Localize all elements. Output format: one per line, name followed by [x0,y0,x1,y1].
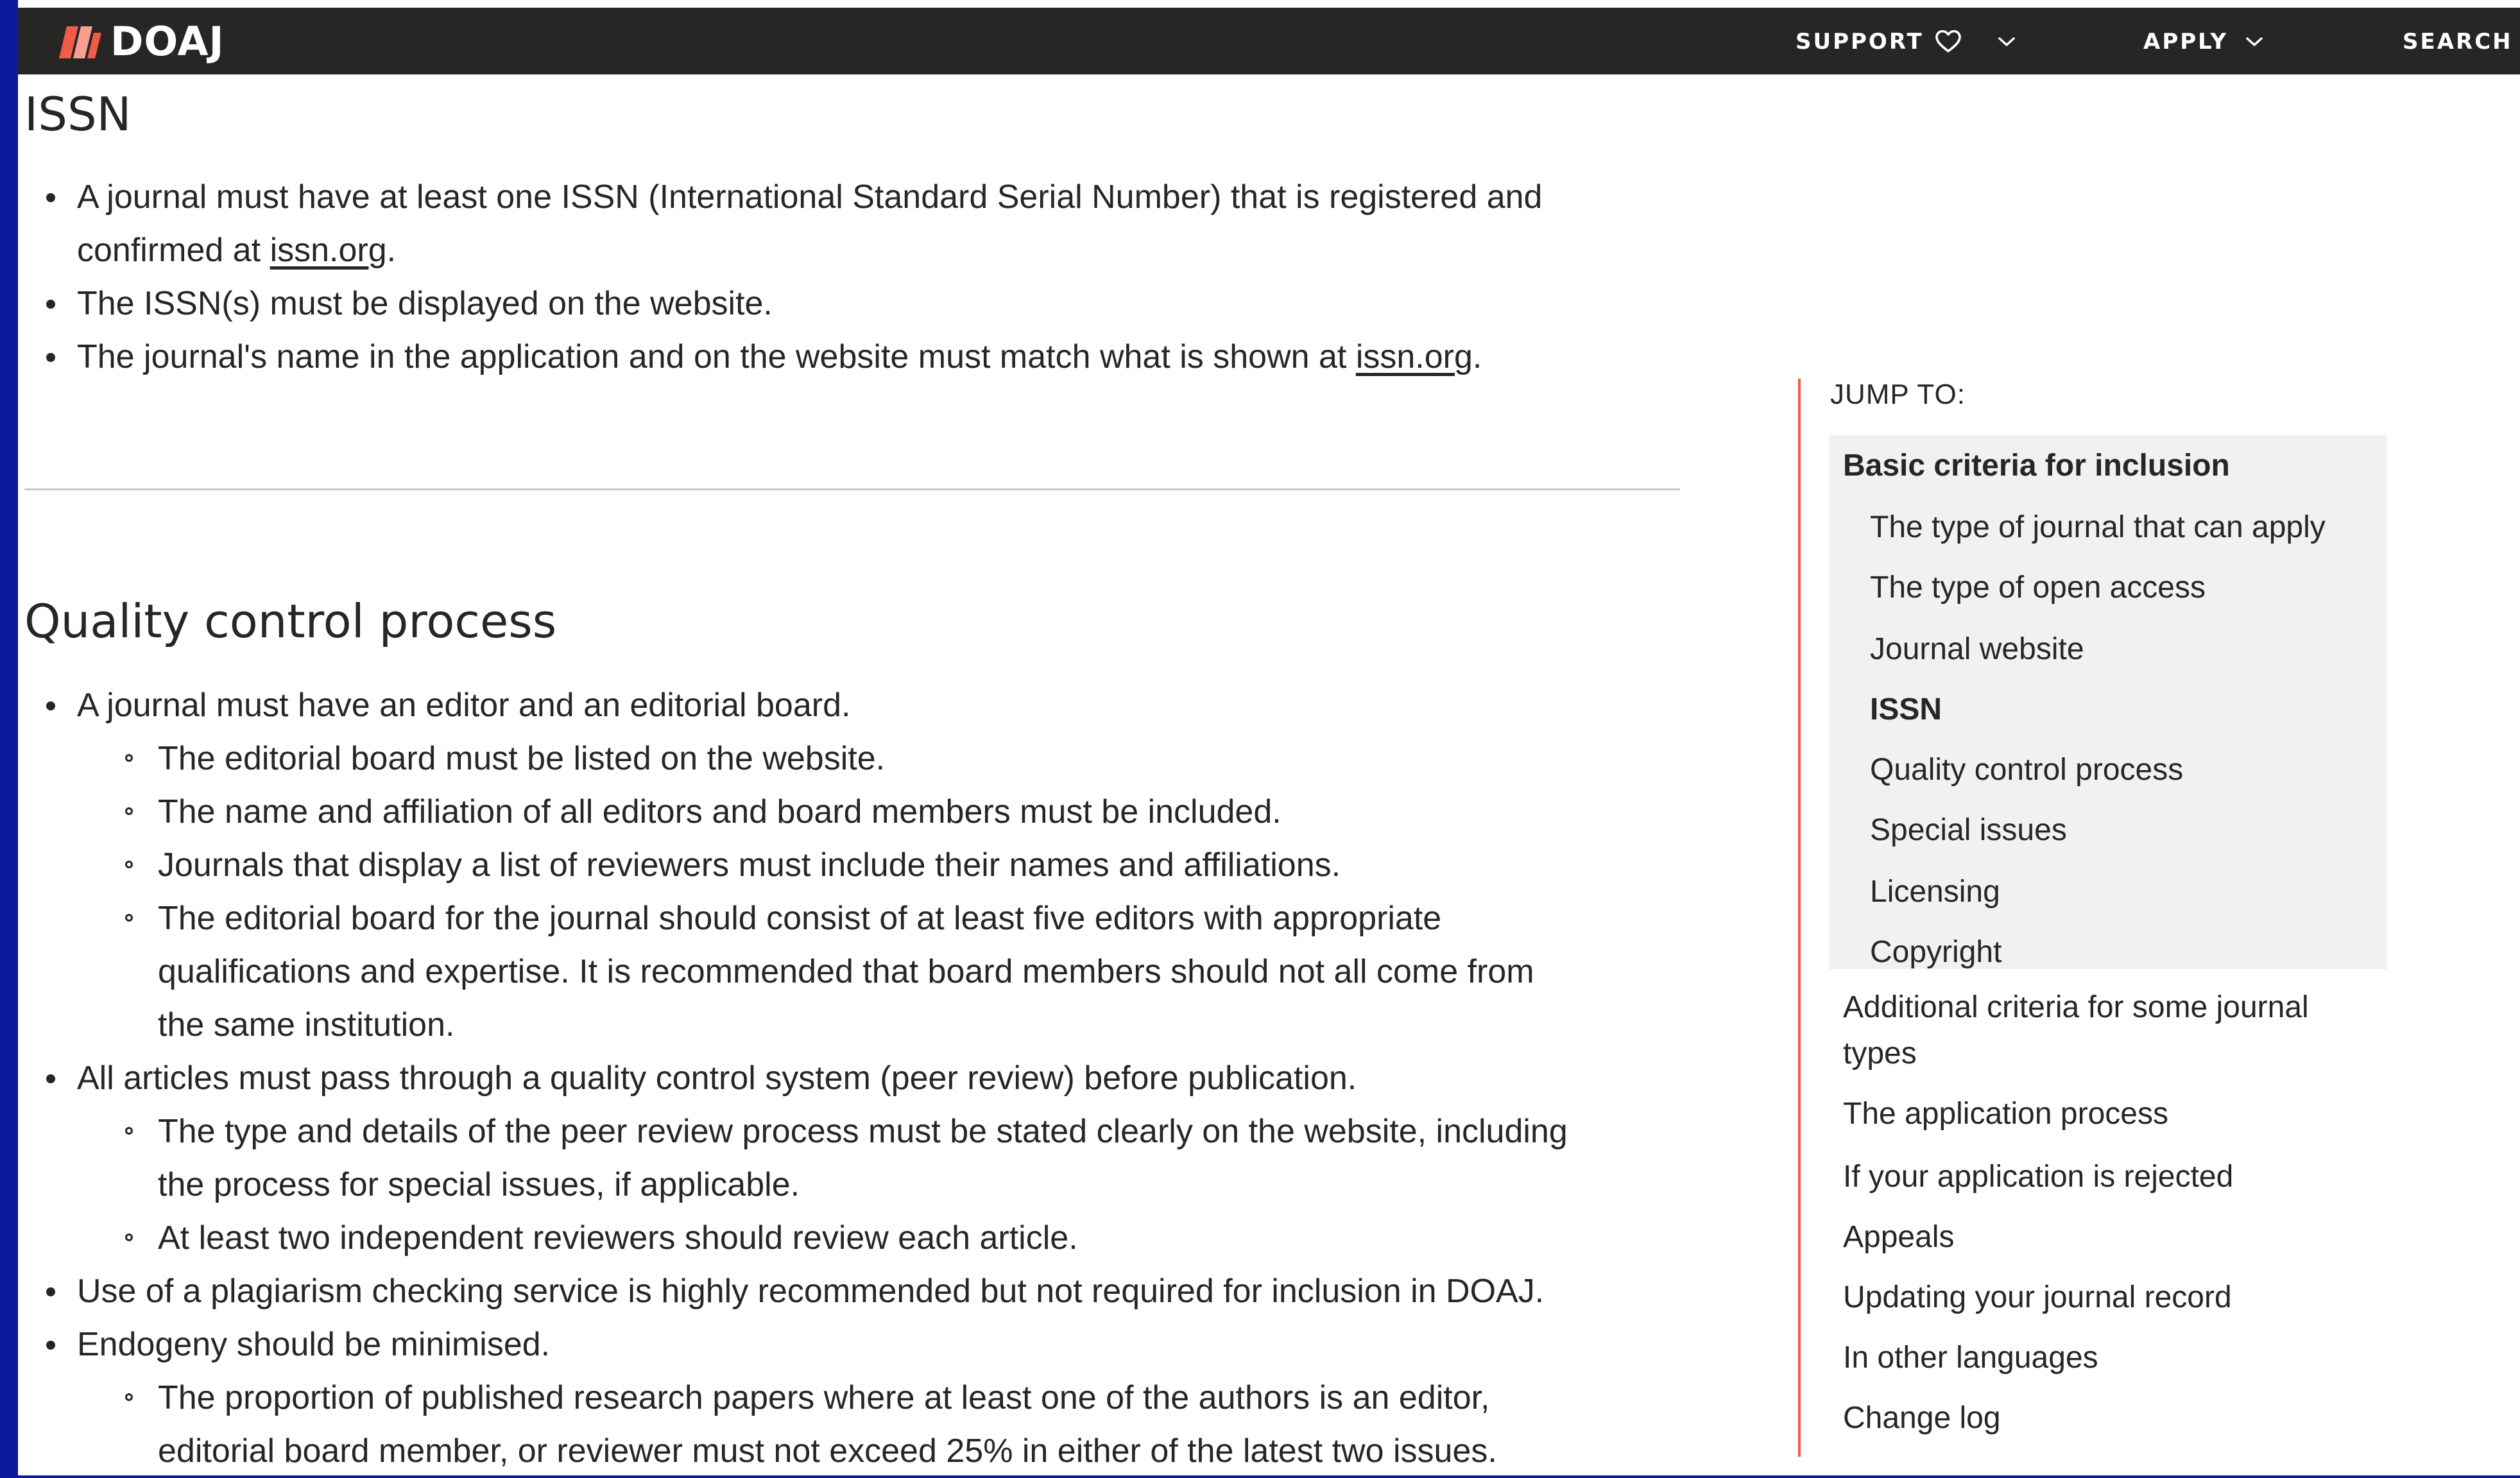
list-item: All articles must pass through a quality… [24,1052,1654,1105]
list-item: At least two independent reviewers shoul… [24,1212,1654,1265]
section-heading-quality-control: Quality control process [24,594,557,648]
heart-icon [1935,30,1961,53]
list-item: qualifications and expertise. It is reco… [24,945,1654,999]
toc-additional-line-1: Additional criteria for some journal [1843,990,2309,1024]
list-item: The editorial board for the journal shou… [24,892,1654,945]
quality-line-text: Journals that display a list of reviewer… [158,846,1341,884]
quality-line-text: All articles must pass through a quality… [77,1060,1357,1097]
issn-bullet-list: A journal must have at least one ISSN (I… [24,171,1654,384]
toc-link-the-application-process[interactable]: The application process [1843,1091,2168,1137]
quality-line-text: The type and details of the peer review … [158,1113,1568,1150]
section-heading-issn: ISSN [24,87,132,141]
quality-control-list: A journal must have an editor and an edi… [24,679,1654,1478]
toc-link-additional-criteria[interactable]: Additional criteria for some journal typ… [1843,984,2309,1077]
nav-search-label: SEARCH [2403,29,2513,55]
quality-line-text: Use of a plagiarism checking service is … [77,1273,1545,1310]
quality-line-text: The editorial board must be listed on th… [158,740,886,777]
list-item: The editorial board must be listed on th… [24,732,1654,786]
punctuation: . [386,232,397,269]
nav-search[interactable]: SEARCH [2403,27,2520,56]
list-item: The name and affiliation of all editors … [24,786,1654,839]
chevron-down-icon [2246,37,2263,46]
quality-line-text: editorial board member, or reviewer must… [158,1432,1497,1470]
toc-link-if-your-application-is-rejected[interactable]: If your application is rejected [1843,1154,2233,1200]
list-item: Use of a plagiarism checking service is … [24,1265,1654,1318]
issn-bullet-text-2: The ISSN(s) must be displayed on the web… [77,285,773,322]
quality-line-text: Endogeny should be minimised. [77,1326,551,1363]
jump-to-sidebar: JUMP TO: Basic criteria for inclusion Ad… [1798,379,2387,1457]
toc-link-journal-website[interactable]: Journal website [1870,626,2084,673]
toc-link-updating-your-journal-record[interactable]: Updating your journal record [1843,1275,2232,1321]
list-item: Journals that display a list of reviewer… [24,839,1654,892]
quality-line-text: qualifications and expertise. It is reco… [158,953,1534,990]
doaj-logo-icon [59,26,101,58]
toc-link-licensing[interactable]: Licensing [1870,869,2000,915]
quality-line-text: the same institution. [158,1006,455,1044]
list-item: The type and details of the peer review … [24,1105,1654,1158]
list-item: Endogeny should be minimised. [24,1318,1654,1371]
list-item: A journal must have an editor and an edi… [24,679,1654,732]
list-item: A journal must have at least one ISSN (I… [24,171,1654,277]
jump-to-label: JUMP TO: [1830,379,1966,410]
toc-additional-line-2: types [1843,1036,1917,1070]
nav-apply[interactable]: APPLY [2143,27,2264,56]
toc-link-the-type-of-journal-that-can-apply[interactable]: The type of journal that can apply [1870,504,2326,551]
list-item: The ISSN(s) must be displayed on the web… [24,277,1654,331]
toc-link-copyright[interactable]: Copyright [1870,929,2001,975]
issn-bullet-text-3: The journal's name in the application an… [77,338,1356,375]
issn-bullet-text-1-cont: confirmed at [77,232,270,269]
quality-line-text: At least two independent reviewers shoul… [158,1219,1078,1257]
list-item: editorial board member, or reviewer must… [24,1425,1654,1478]
toc-link-issn[interactable]: ISSN [1870,687,1942,733]
section-divider [24,488,1680,490]
toc-link-basic-criteria[interactable]: Basic criteria for inclusion [1843,443,2230,489]
toc-link-in-other-languages[interactable]: In other languages [1843,1335,2098,1381]
top-navbar: DOAJ SUPPORT APPLY SEARCH [18,8,2520,74]
list-item: the process for special issues, if appli… [24,1158,1654,1212]
list-item: The proportion of published research pap… [24,1371,1654,1425]
issn-org-link[interactable]: issn.org [1356,338,1473,375]
quality-line-text: The editorial board for the journal shou… [158,900,1442,937]
toc-link-the-type-of-open-access[interactable]: The type of open access [1870,565,2206,611]
toc-link-appeals[interactable]: Appeals [1843,1214,1954,1260]
quality-line-text: The name and affiliation of all editors … [158,793,1281,830]
quality-line-text: A journal must have an editor and an edi… [77,687,851,724]
nav-support[interactable]: SUPPORT [1796,27,2016,56]
toc-link-special-issues[interactable]: Special issues [1870,807,2067,854]
toc-link-quality-control-process[interactable]: Quality control process [1870,747,2183,793]
issn-org-link[interactable]: issn.org [270,232,387,269]
toc-link-change-log[interactable]: Change log [1843,1395,2001,1441]
list-item: the same institution. [24,999,1654,1052]
issn-bullet-text-1: A journal must have at least one ISSN (I… [77,178,1543,216]
chevron-down-icon [1998,37,2015,46]
nav-apply-label: APPLY [2143,29,2229,55]
list-item: The journal's name in the application an… [24,331,1654,384]
logo-text: DOAJ [110,17,225,65]
quality-line-text: the process for special issues, if appli… [158,1166,800,1203]
doaj-logo-link[interactable]: DOAJ [56,17,225,65]
punctuation: . [1472,338,1482,375]
quality-line-text: The proportion of published research pap… [158,1379,1490,1416]
nav-support-label: SUPPORT [1796,29,1924,55]
